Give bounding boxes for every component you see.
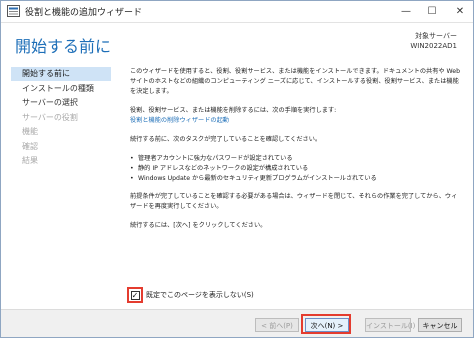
target-server-name: WIN2022AD1 bbox=[410, 42, 457, 50]
wizard-step-nav: 開始する前に インストールの種類 サーバーの選択 サーバーの役割 機能 確認 結… bbox=[11, 67, 111, 169]
task-list: 管理者アカウントに強力なパスワードが設定されている 静的 IP アドレスなどのネ… bbox=[130, 154, 462, 184]
title-bar: 役割と機能の追加ウィザード — ☐ ✕ bbox=[1, 1, 473, 23]
prerequisite-text: 前提条件が完了していることを確認する必要がある場合は、ウィザードを閉じて、それら… bbox=[130, 193, 458, 210]
nav-step-before-you-begin[interactable]: 開始する前に bbox=[11, 67, 111, 81]
server-manager-icon bbox=[7, 5, 20, 17]
nav-step-server-selection[interactable]: サーバーの選択 bbox=[11, 96, 111, 110]
task-item: 静的 IP アドレスなどのネットワークの設定が構成されている bbox=[130, 164, 462, 174]
previous-button[interactable]: < 前へ(P) bbox=[255, 318, 299, 332]
before-continue-text: 続行する前に、次のタスクが完了していることを確認してください。 bbox=[130, 136, 322, 143]
cancel-button[interactable]: キャンセル bbox=[418, 318, 462, 332]
task-item: 管理者アカウントに強力なパスワードが設定されている bbox=[130, 154, 462, 164]
nav-step-confirmation: 確認 bbox=[22, 141, 38, 151]
content-panel: このウィザードを使用すると、役割、役割サービス、または機能をインストールできます… bbox=[130, 67, 462, 240]
intro-text: このウィザードを使用すると、役割、役割サービス、または機能をインストールできます… bbox=[130, 68, 461, 95]
remove-text: 役割、役割サービス、または機能を削除するには、次の手順を実行します: bbox=[130, 107, 337, 114]
close-button[interactable]: ✕ bbox=[447, 1, 473, 22]
checkbox-highlight: ✓ bbox=[127, 287, 143, 303]
continue-text: 続行するには、[次へ] をクリックしてください。 bbox=[130, 222, 267, 229]
nav-step-results: 結果 bbox=[22, 156, 38, 165]
nav-step-installation-type[interactable]: インストールの種類 bbox=[11, 82, 111, 96]
nav-step-server-roles: サーバーの役割 bbox=[22, 112, 78, 122]
remove-section: 役割、役割サービス、または機能を削除するには、次の手順を実行します: 役割と機能… bbox=[130, 106, 462, 126]
minimize-button[interactable]: — bbox=[393, 1, 419, 22]
install-button[interactable]: インストール(I) bbox=[365, 318, 415, 332]
skip-page-checkbox[interactable]: ✓ bbox=[130, 290, 140, 300]
page-title: 開始する前に bbox=[15, 37, 112, 56]
remove-wizard-link[interactable]: 役割と機能の削除ウィザードの起動 bbox=[130, 116, 462, 126]
next-button[interactable]: 次へ(N) > bbox=[305, 318, 349, 332]
page-header: 開始する前に 対象サーバー WIN2022AD1 bbox=[1, 23, 473, 61]
wizard-window: 役割と機能の追加ウィザード — ☐ ✕ 開始する前に 対象サーバー WIN202… bbox=[0, 0, 474, 338]
skip-page-label[interactable]: 既定でこのページを表示しない(S) bbox=[146, 290, 254, 300]
maximize-button[interactable]: ☐ bbox=[419, 1, 445, 22]
nav-step-features: 機能 bbox=[22, 127, 38, 136]
window-title: 役割と機能の追加ウィザード bbox=[25, 8, 143, 18]
task-item: Windows Update から最新のセキュリティ更新プログラムがインストール… bbox=[130, 174, 462, 184]
target-server-label: 対象サーバー bbox=[415, 32, 457, 40]
